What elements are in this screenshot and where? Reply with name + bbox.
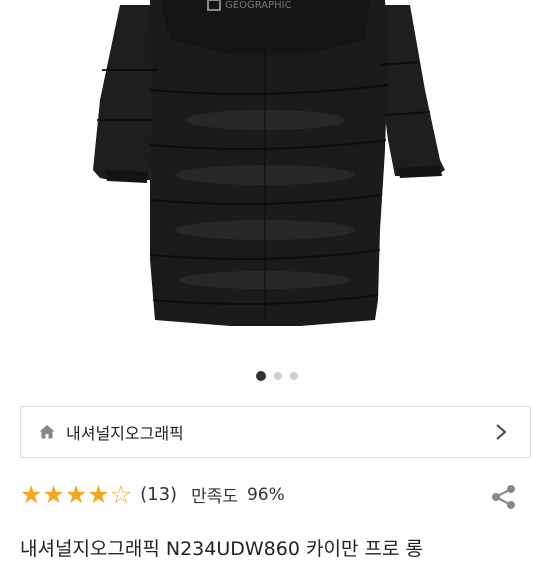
chevron-right-icon [496, 424, 507, 440]
share-icon[interactable] [489, 482, 519, 512]
jacket-logo-text: GEOGRAPHIC [225, 0, 292, 11]
star-icon: ★ [64, 480, 88, 509]
home-icon [39, 425, 55, 439]
star-icon: ★ [87, 480, 110, 509]
review-count[interactable]: (13) [140, 484, 177, 505]
brand-name: 내셔널지오그래픽 [66, 424, 184, 443]
star-icon: ★ [20, 480, 43, 509]
carousel-dot-3[interactable] [289, 372, 298, 380]
product-title: 내셔널지오그래픽 N234UDW860 카이만 프로 롱 [20, 538, 423, 560]
rating-summary[interactable]: ★★★★☆ (13) 만족도 96% [20, 482, 285, 507]
star-half-icon: ☆ [109, 480, 133, 509]
carousel-dot-2[interactable] [273, 372, 282, 380]
puffer-jacket-image: GEOGRAPHIC [93, 0, 445, 326]
brand-shop-link[interactable]: 내셔널지오그래픽 [20, 406, 531, 458]
product-image[interactable]: GEOGRAPHIC [0, 0, 553, 395]
carousel-dot-1[interactable] [255, 371, 266, 381]
satisfaction-label: 만족도 [191, 487, 238, 507]
star-rating: ★★★★☆ [20, 482, 132, 507]
star-icon: ★ [42, 480, 65, 509]
carousel-dots [0, 371, 553, 381]
satisfaction-value: 96% [246, 484, 285, 505]
